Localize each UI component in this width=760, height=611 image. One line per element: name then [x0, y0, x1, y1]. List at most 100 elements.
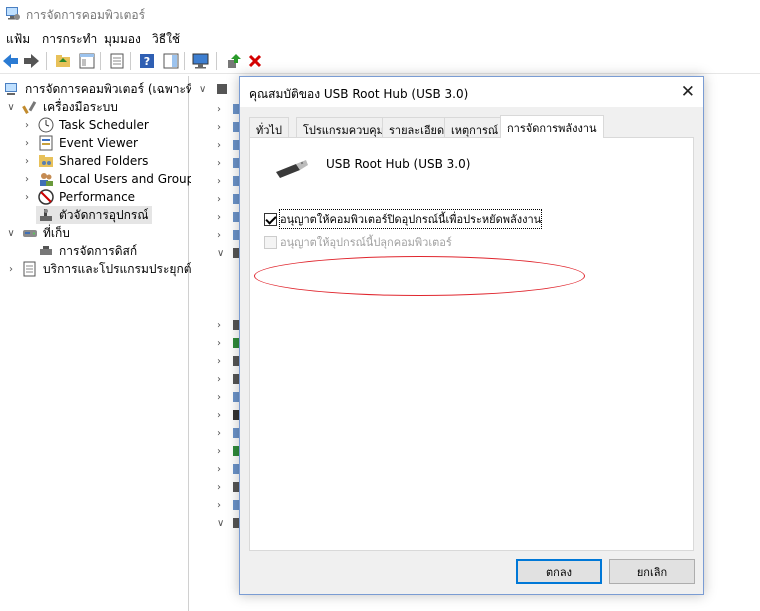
toolbar-separator: [100, 52, 101, 70]
computer-management-icon: [5, 83, 17, 95]
chevron-right-icon[interactable]: ›: [217, 410, 221, 421]
tree-label-shared-folders: Shared Folders: [59, 154, 149, 168]
chevron-right-icon[interactable]: ›: [217, 338, 221, 349]
chevron-right-icon[interactable]: ›: [217, 212, 221, 223]
allow-wake-checkbox: [264, 235, 277, 249]
menu-help[interactable]: วิธีใช้: [152, 30, 180, 49]
tab-details[interactable]: รายละเอียด: [382, 117, 452, 137]
chevron-down-icon[interactable]: ∨: [199, 84, 206, 95]
chevron-right-icon[interactable]: ›: [217, 446, 221, 457]
tree-item-storage[interactable]: ที่เก็บ: [22, 224, 70, 242]
ok-button[interactable]: ตกลง: [516, 559, 602, 584]
chevron-right-icon[interactable]: ›: [217, 104, 221, 115]
help-button[interactable]: ?: [138, 52, 156, 70]
chevron-right-icon[interactable]: ›: [217, 158, 221, 169]
chevron-right-icon[interactable]: ›: [217, 464, 221, 475]
chevron-down-icon[interactable]: ∨: [6, 102, 16, 113]
chevron-right-icon[interactable]: ›: [217, 230, 221, 241]
tree-label-disk-management: การจัดการดิสก์: [59, 243, 138, 258]
chevron-right-icon[interactable]: ›: [22, 120, 32, 131]
computer-management-icon: [6, 7, 20, 20]
chevron-down-icon[interactable]: ∨: [217, 248, 224, 259]
chevron-right-icon[interactable]: ›: [6, 264, 16, 275]
tree-item-performance[interactable]: Performance: [38, 188, 135, 206]
cancel-button[interactable]: ยกเลิก: [609, 559, 695, 584]
arrow-right-icon: [24, 54, 39, 68]
tree-item-task-scheduler[interactable]: Task Scheduler: [38, 116, 149, 134]
toolbar-separator: [216, 52, 217, 70]
tab-driver[interactable]: โปรแกรมควบคุม: [296, 117, 391, 137]
close-icon[interactable]: ✕: [681, 82, 695, 102]
chevron-right-icon[interactable]: ›: [22, 156, 32, 167]
event-viewer-icon: [39, 135, 53, 151]
menu-file[interactable]: แฟ้ม: [6, 30, 30, 49]
forward-button[interactable]: [22, 52, 40, 70]
show-hide-tree-button[interactable]: [78, 52, 96, 70]
chevron-right-icon[interactable]: ›: [217, 392, 221, 403]
update-driver-button[interactable]: [224, 52, 242, 70]
tab-general[interactable]: ทั่วไป: [249, 117, 289, 137]
chevron-right-icon[interactable]: ›: [22, 174, 32, 185]
allow-power-off-option[interactable]: อนุญาตให้คอมพิวเตอร์ปิดอุปกรณ์นี้เพื่อปร…: [264, 209, 543, 229]
chevron-right-icon[interactable]: ›: [217, 194, 221, 205]
chevron-down-icon[interactable]: ∨: [6, 228, 16, 239]
allow-power-off-checkbox[interactable]: [264, 212, 277, 226]
folder-up-icon: [56, 55, 70, 67]
menu-view[interactable]: มุมมอง: [104, 30, 141, 49]
properties-icon: [110, 53, 124, 69]
delete-x-icon: [248, 54, 262, 68]
toolbar-separator: [46, 52, 47, 70]
device-manager-icon: [40, 209, 52, 221]
chevron-down-icon[interactable]: ∨: [217, 518, 224, 529]
tab-power-management[interactable]: การจัดการพลังงาน: [500, 115, 604, 138]
chevron-right-icon[interactable]: ›: [217, 320, 221, 331]
tree-label-system-tools: เครื่องมือระบบ: [43, 99, 118, 114]
menu-bar: แฟ้ม การกระทำ มุมมอง วิธีใช้: [0, 26, 760, 48]
chevron-right-icon[interactable]: ›: [22, 192, 32, 203]
tree-item-services[interactable]: บริการและโปรแกรมประยุกต์: [22, 260, 192, 278]
chevron-right-icon[interactable]: ›: [217, 356, 221, 367]
uninstall-button[interactable]: [246, 52, 264, 70]
tree-item-root[interactable]: การจัดการคอมพิวเตอร์ (เฉพาะที่): [4, 80, 199, 98]
tree-label-services: บริการและโปรแกรมประยุกต์: [43, 261, 192, 276]
chevron-right-icon[interactable]: ›: [217, 482, 221, 493]
computer-icon: [217, 84, 227, 94]
tree-item-event-viewer[interactable]: Event Viewer: [38, 134, 138, 152]
tree-item-local-users[interactable]: Local Users and Groups: [38, 170, 201, 188]
chevron-right-icon[interactable]: ›: [217, 140, 221, 151]
toolbar: ?: [0, 48, 760, 74]
toolbar-separator: [184, 52, 185, 70]
chevron-right-icon[interactable]: ›: [217, 428, 221, 439]
chevron-right-icon[interactable]: ›: [217, 500, 221, 511]
tab-events[interactable]: เหตุการณ์: [444, 117, 506, 137]
action-pane-button[interactable]: [162, 52, 180, 70]
chevron-right-icon[interactable]: ›: [217, 122, 221, 133]
chevron-right-icon[interactable]: ›: [22, 138, 32, 149]
scan-hardware-button[interactable]: [192, 52, 210, 70]
tree-label-storage: ที่เก็บ: [43, 225, 70, 240]
tree-item-device-manager[interactable]: ตัวจัดการอุปกรณ์: [36, 206, 153, 224]
properties-button[interactable]: [108, 52, 126, 70]
allow-power-off-label[interactable]: อนุญาตให้คอมพิวเตอร์ปิดอุปกรณ์นี้เพื่อปร…: [278, 209, 543, 229]
update-driver-icon: [228, 54, 241, 68]
tree-label-device-manager: ตัวจัดการอุปกรณ์: [59, 207, 149, 222]
highlight-annotation: [254, 256, 585, 296]
properties-dialog: คุณสมบัติของ USB Root Hub (USB 3.0) ✕ ทั…: [239, 76, 704, 595]
back-button[interactable]: [2, 52, 20, 70]
help-icon: ?: [140, 54, 154, 68]
tree-item-shared-folders[interactable]: Shared Folders: [38, 152, 148, 170]
disk-icon: [40, 246, 52, 255]
chevron-right-icon[interactable]: ›: [217, 374, 221, 385]
up-folder-button[interactable]: [54, 52, 72, 70]
power-management-panel: USB Root Hub (USB 3.0) อนุญาตให้คอมพิวเต…: [249, 137, 694, 551]
tree-item-disk-management[interactable]: การจัดการดิสก์: [38, 242, 137, 260]
chevron-right-icon[interactable]: ›: [217, 176, 221, 187]
dialog-title: คุณสมบัติของ USB Root Hub (USB 3.0): [249, 87, 469, 101]
menu-action[interactable]: การกระทำ: [42, 30, 97, 49]
svg-text:?: ?: [144, 55, 150, 68]
device-name: USB Root Hub (USB 3.0): [326, 157, 471, 171]
console-tree: การจัดการคอมพิวเตอร์ (เฉพาะที่) ∨ เครื่อ…: [0, 76, 201, 611]
usb-plug-icon: [276, 160, 308, 178]
tree-label-performance: Performance: [59, 190, 136, 204]
tree-item-system-tools[interactable]: เครื่องมือระบบ: [22, 98, 118, 116]
